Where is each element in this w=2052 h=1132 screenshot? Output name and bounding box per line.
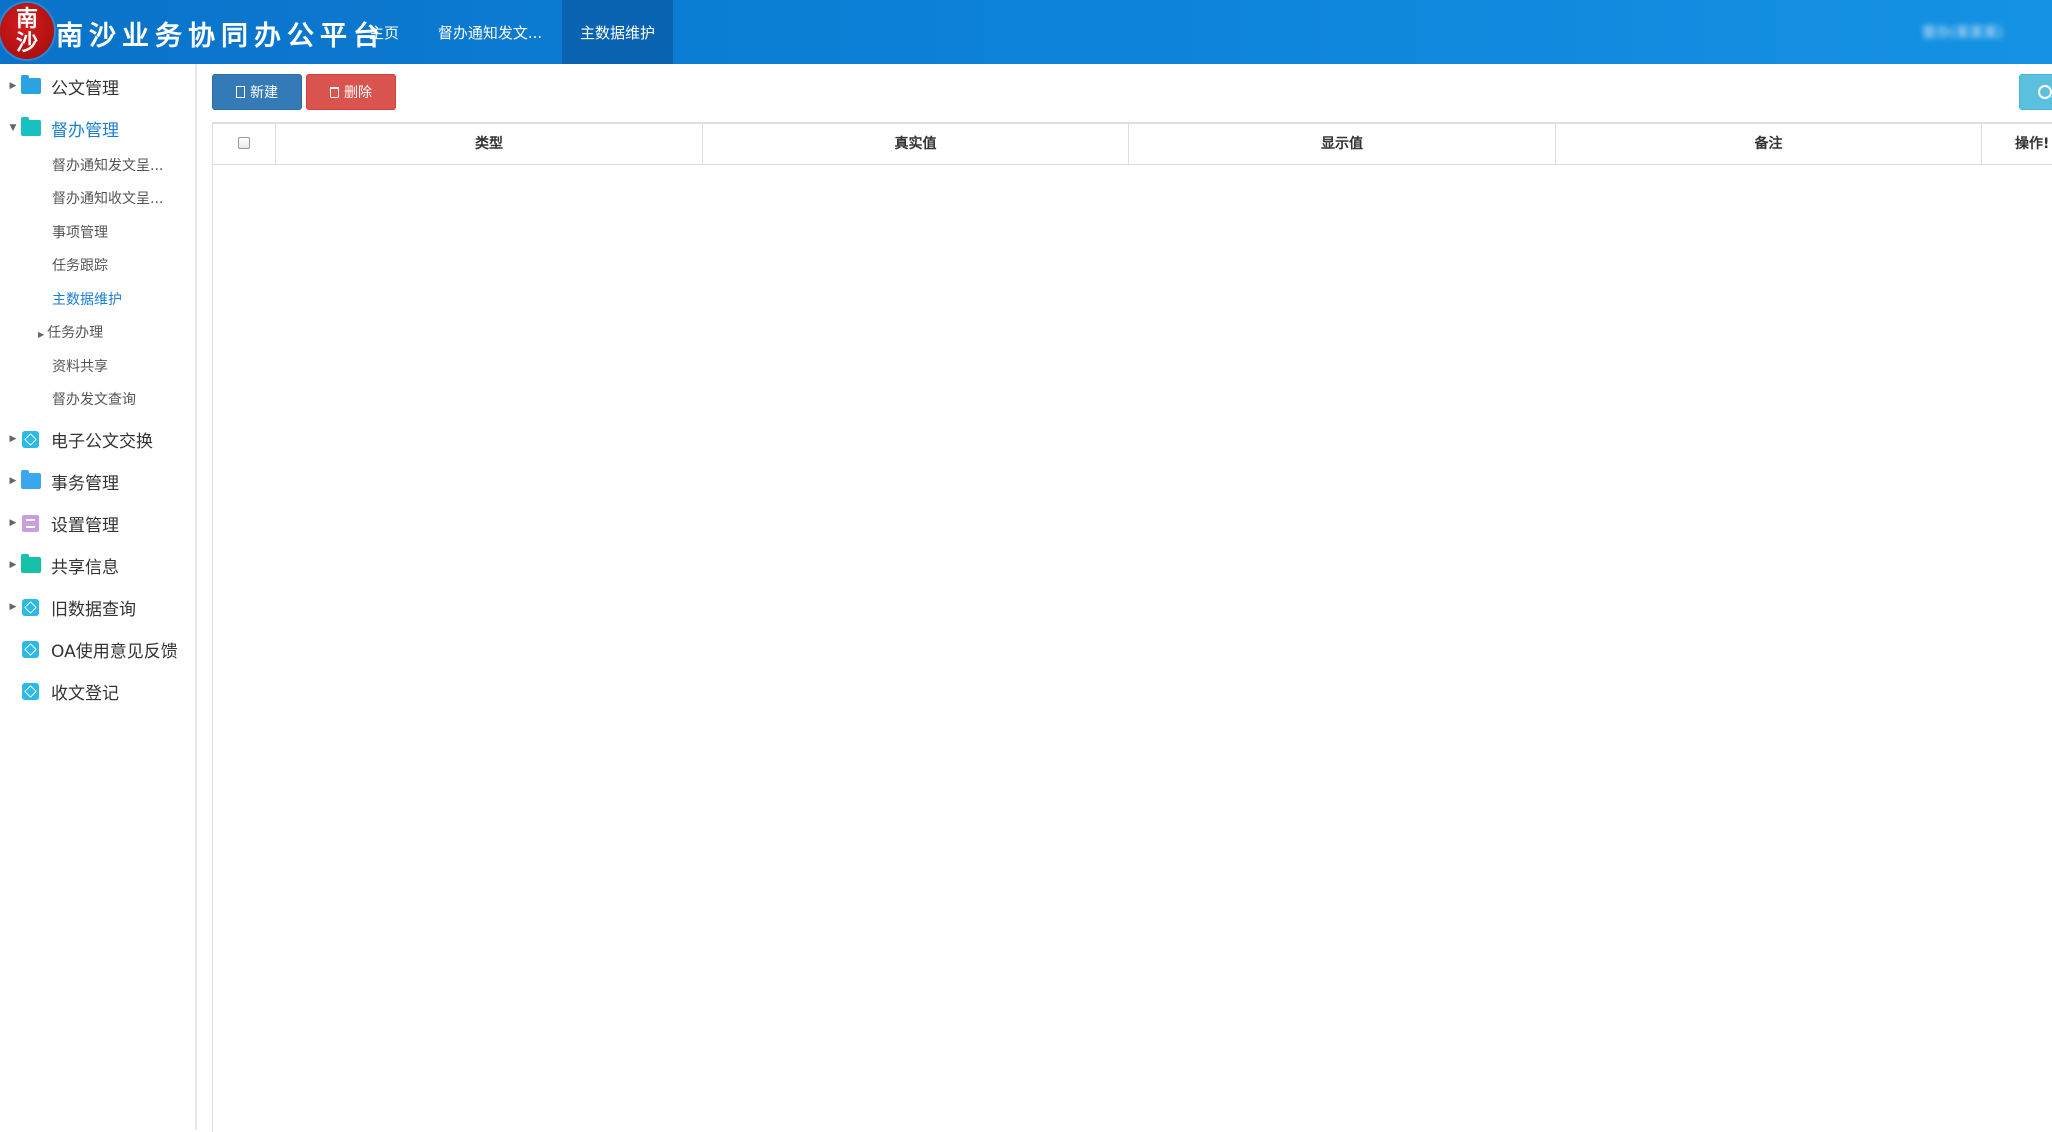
delete-button-label: 删除 (344, 85, 372, 101)
table-header: 类型 真实值 显示值 备注 操作! (213, 124, 2052, 165)
main-content: 新建 删除 类型 真实值 显示值 备注 操作! (197, 64, 2052, 1132)
sidebar-subitem-master-data[interactable]: 主数据维护 (52, 286, 122, 314)
trash-icon (330, 86, 339, 98)
folder-icon (21, 554, 41, 573)
select-all-header (213, 124, 276, 164)
new-button[interactable]: 新建 (212, 74, 302, 110)
column-header-operation: 操作! (2015, 136, 2050, 152)
delete-button[interactable]: 删除 (306, 74, 396, 110)
sidebar-item-incoming-registration[interactable]: ▶ 收文登记 (0, 673, 195, 709)
new-button-label: 新建 (250, 85, 278, 101)
sidebar-item-label: OA使用意见反馈 (51, 641, 178, 662)
logo-seal: 南 沙 (0, 3, 54, 59)
column-header-display-value[interactable]: 显示值 (1129, 124, 1556, 164)
caret-right-icon[interactable]: ▶ (38, 330, 44, 339)
sidebar-item-document-management[interactable]: ▶ 公文管理 (0, 68, 195, 104)
sidebar-item-label: 督办管理 (51, 120, 119, 141)
caret-down-icon[interactable]: ▼ (8, 123, 18, 133)
sidebar-subitem-task-tracking[interactable]: 任务跟踪 (52, 252, 108, 280)
top-bar: 南 沙 南沙业务协同办公平台 主页 督办通知发文... 主数据维护 督办(某某某… (0, 0, 2052, 64)
search-icon (2038, 85, 2052, 99)
column-header-remark[interactable]: 备注 (1556, 124, 1982, 164)
cube-icon (22, 640, 39, 658)
sidebar-item-legacy-data-query[interactable]: ▶ 旧数据查询 (0, 589, 195, 625)
caret-right-icon[interactable]: ▶ (8, 560, 18, 570)
nav-tab-notice-dispatch[interactable]: 督办通知发文... (428, 0, 552, 64)
logo-char-2: 沙 (15, 30, 38, 56)
sidebar-item-label: 旧数据查询 (51, 599, 136, 620)
nav-tab-master-data[interactable]: 主数据维护 (562, 0, 673, 64)
cube-icon (22, 682, 39, 700)
caret-right-icon[interactable]: ▶ (8, 81, 18, 91)
sidebar-subitem-resource-sharing[interactable]: 资料共享 (52, 353, 108, 381)
column-header-type[interactable]: 类型 (276, 124, 703, 164)
sidebar-item-shared-info[interactable]: ▶ 共享信息 (0, 547, 195, 583)
sidebar-item-e-document-exchange[interactable]: ▶ 电子公文交换 (0, 421, 195, 457)
cube-icon (22, 598, 39, 616)
caret-right-icon[interactable]: ▶ (8, 518, 18, 528)
folder-icon (21, 470, 41, 489)
sidebar-item-supervision-management[interactable]: ▼ 督办管理 (0, 110, 195, 146)
search-button[interactable] (2019, 74, 2052, 110)
sidebar-item-oa-feedback[interactable]: ▶ OA使用意见反馈 (0, 631, 195, 667)
sidebar-subitem-matter-management[interactable]: 事项管理 (52, 219, 108, 247)
sidebar: ▶ 公文管理 ▼ 督办管理 督办通知发文呈... 督办通知收文呈... 事项管理… (0, 64, 197, 1130)
sidebar-item-affairs-management[interactable]: ▶ 事务管理 (0, 463, 195, 499)
sidebar-item-label: 电子公文交换 (51, 431, 153, 452)
sidebar-item-label: 收文登记 (51, 683, 119, 704)
sidebar-subitem-notice-dispatch[interactable]: 督办通知发文呈... (52, 152, 163, 180)
cube-icon (22, 430, 39, 448)
sidebar-subitem-dispatch-query[interactable]: 督办发文查询 (52, 386, 136, 414)
app-title: 南沙业务协同办公平台 (56, 21, 386, 52)
logo-char-1: 南 (15, 6, 38, 32)
sidebar-item-label: 公文管理 (51, 78, 119, 99)
sidebar-subitem-task-handling[interactable]: ▶ 任务办理 (38, 319, 103, 347)
file-icon (236, 86, 245, 98)
select-all-checkbox[interactable] (238, 137, 250, 149)
user-info[interactable]: 督办(某某某) (1922, 22, 2052, 42)
sidebar-subitem-notice-receive[interactable]: 督办通知收文呈... (52, 185, 163, 213)
caret-right-icon[interactable]: ▶ (8, 602, 18, 612)
sidebar-item-label: 事务管理 (51, 473, 119, 494)
sidebar-item-label: 设置管理 (51, 515, 119, 536)
folder-icon (21, 117, 41, 136)
data-table: 类型 真实值 显示值 备注 操作! (212, 122, 2052, 1132)
nav-tab-home[interactable]: 主页 (354, 0, 414, 64)
column-header-real-value[interactable]: 真实值 (703, 124, 1129, 164)
caret-right-icon[interactable]: ▶ (8, 476, 18, 486)
caret-right-icon[interactable]: ▶ (8, 434, 18, 444)
folder-icon (21, 75, 41, 94)
list-icon (22, 514, 39, 532)
sidebar-subitem-label: 任务办理 (47, 325, 104, 341)
sidebar-item-settings-management[interactable]: ▶ 设置管理 (0, 505, 195, 541)
sidebar-item-label: 共享信息 (51, 557, 119, 578)
